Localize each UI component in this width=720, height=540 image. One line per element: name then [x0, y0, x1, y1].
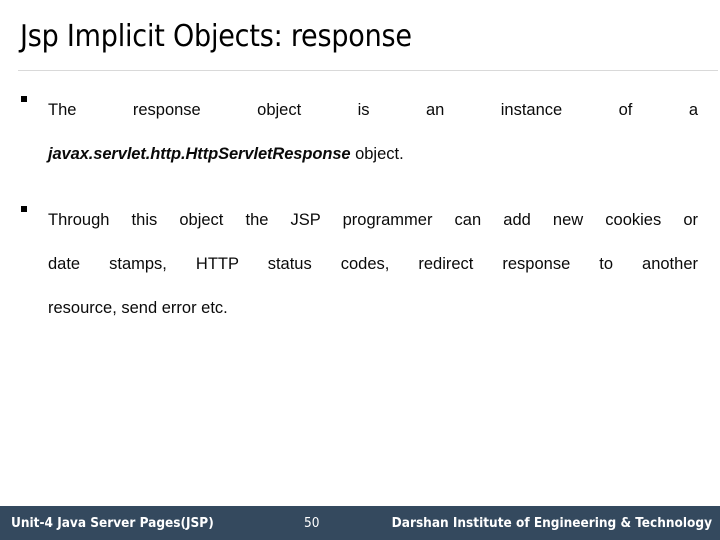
presentation-slide: Jsp Implicit Objects: response The respo… [0, 0, 720, 540]
class-name-reference: javax.servlet.http.HttpServletResponse [48, 145, 351, 163]
page-title: Jsp Implicit Objects: response [20, 19, 412, 54]
slide-number: 50 [304, 515, 320, 531]
footer-unit-label: Unit-4 Java Server Pages(JSP) [11, 515, 214, 531]
footer-institute-label: Darshan Institute of Engineering & Techn… [391, 515, 712, 531]
bullet-text: Through this object the JSP programmer c… [48, 198, 698, 330]
bullet-item: The response object is an instance of a … [0, 88, 720, 176]
slide-title-area: Jsp Implicit Objects: response [20, 19, 710, 67]
bullet-line-tail: object. [350, 145, 404, 163]
slide-body: The response object is an instance of a … [0, 88, 720, 346]
square-bullet-icon [21, 206, 27, 212]
bullet-item: Through this object the JSP programmer c… [0, 198, 720, 330]
slide-footer: Unit-4 Java Server Pages(JSP) 50 Darshan… [0, 506, 720, 540]
bullet-text: The response object is an instance of a … [48, 88, 698, 176]
bullet-line: Through this object the JSP programmer c… [48, 211, 698, 229]
bullet-line: javax.servlet.http.HttpServletResponse o… [48, 132, 698, 176]
bullet-line: date stamps, HTTP status codes, redirect… [48, 255, 698, 273]
title-divider [18, 70, 718, 71]
bullet-line: resource, send error etc. [48, 299, 228, 317]
bullet-line: The response object is an instance of a [48, 101, 698, 119]
square-bullet-icon [21, 96, 27, 102]
